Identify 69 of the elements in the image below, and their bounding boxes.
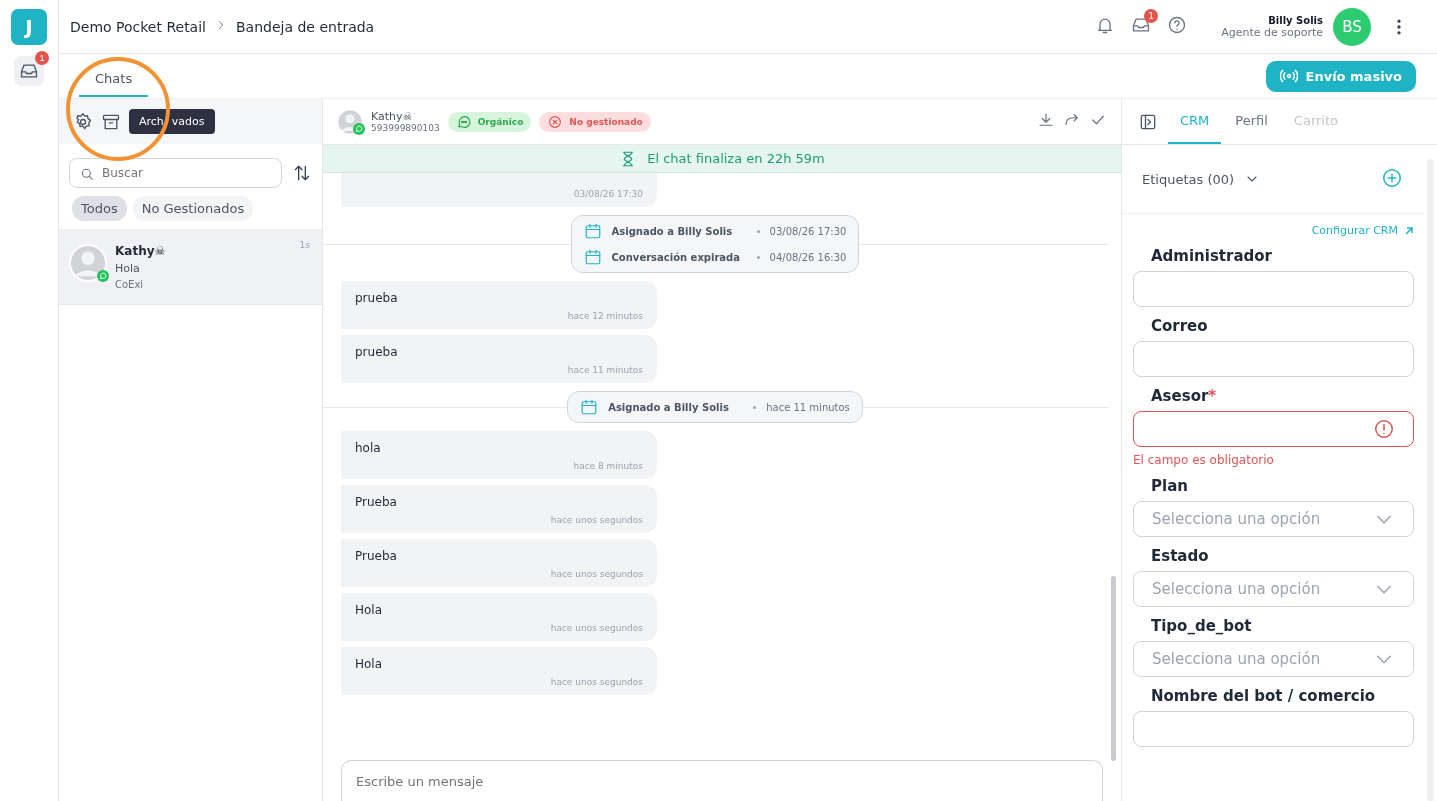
help-icon[interactable]: [1167, 14, 1188, 35]
mass-send-button[interactable]: Envío masivo: [1265, 60, 1416, 92]
event-card: Asignado a Billy Solis 03/08/26 17:30 Conversación expirada 04/08/26 16:30: [570, 215, 860, 273]
add-icon[interactable]: [1381, 166, 1403, 189]
tags-dropdown[interactable]: Etiquetas (00): [1142, 171, 1235, 187]
contact-name: Kathy☠: [371, 110, 414, 123]
avatar-icon: [69, 244, 107, 282]
configure-crm-link[interactable]: Configurar CRM: [1311, 224, 1414, 237]
broadcast-icon: [1279, 69, 1298, 83]
panel-tab[interactable]: Perfil: [1223, 99, 1280, 144]
timestamp: 1s: [299, 240, 310, 250]
notification-badge: 1: [35, 51, 49, 65]
message-bubble: Prueba hace unos segundos: [341, 485, 657, 533]
chat-list-item[interactable]: Kathy☠ Hola CoExi 1s: [59, 229, 322, 305]
message-preview: Hola: [115, 262, 141, 275]
app-logo[interactable]: J: [11, 9, 47, 45]
whatsapp-icon: [353, 122, 365, 135]
user-name: Billy Solis: [1268, 14, 1323, 26]
select-field[interactable]: Selecciona una opción: [1133, 641, 1414, 677]
separator-dot: [756, 229, 760, 233]
search-field[interactable]: Buscar: [69, 158, 282, 188]
filter-chip[interactable]: Todos: [72, 196, 127, 221]
separator-dot: [753, 405, 757, 409]
text-field[interactable]: [1133, 411, 1414, 447]
filter-chip[interactable]: No Gestionados: [132, 196, 254, 221]
breadcrumb-link[interactable]: Demo Pocket Retail: [70, 18, 206, 35]
field-label: Nombre del bot / comercio: [1151, 687, 1377, 705]
search-icon[interactable]: [79, 166, 95, 182]
select-field[interactable]: Selecciona una opción: [1133, 501, 1414, 537]
message-bubble: Hola hace unos segundos: [341, 593, 657, 641]
calendar-icon[interactable]: [583, 248, 602, 266]
field-label: Tipo_de_bot: [1151, 617, 1253, 635]
message-bubble: Prueba hace unos segundos: [341, 539, 657, 587]
field-label: Plan: [1151, 477, 1189, 495]
tooltip: Arch vados: [129, 109, 215, 134]
channel-label: CoExi: [115, 279, 145, 290]
separator-dot: [756, 255, 760, 259]
external-link-icon: [1404, 225, 1414, 236]
message-bubble: prueba hace 11 minutos: [341, 335, 657, 383]
sort-icon[interactable]: [292, 163, 312, 183]
calendar-icon[interactable]: [580, 398, 599, 416]
message-bubble: Hola hace unos segundos: [341, 647, 657, 695]
expiry-banner: El chat finaliza en 22h 59m: [323, 145, 1121, 173]
status-tag: No gestionado: [539, 111, 651, 132]
message-bubble: 03/08/26 17:30: [341, 173, 657, 207]
error-message: El campo es obligatorio: [1133, 453, 1275, 467]
event-card: Asignado a Billy Solis hace 11 minutos: [567, 391, 863, 423]
whatsapp-icon: [97, 270, 109, 282]
calendar-icon[interactable]: [583, 222, 602, 240]
field-label: Administrador: [1151, 247, 1273, 265]
notification-badge: 1: [1144, 8, 1159, 23]
x-circle-icon: [547, 113, 564, 130]
phone-number: 593999890103: [371, 123, 440, 133]
select-field[interactable]: Selecciona una opción: [1133, 571, 1414, 607]
status-tag: Orgánico: [447, 111, 532, 132]
user-avatar[interactable]: BS: [1333, 7, 1371, 46]
message-input[interactable]: Escribe un mensaje: [341, 760, 1103, 801]
chats-tab[interactable]: Chats: [79, 63, 149, 97]
field-label: Estado: [1151, 547, 1210, 565]
field-label: Asesor*: [1151, 387, 1218, 405]
message-bubble: prueba hace 12 minutos: [341, 281, 657, 329]
field-label: Correo: [1151, 317, 1209, 335]
message-bubble: hola hace 8 minutos: [341, 431, 657, 479]
chat-bubble-icon: [455, 113, 472, 130]
error-icon[interactable]: [1373, 418, 1395, 440]
user-role: Agente de soporte: [1221, 25, 1323, 39]
contact-name: Kathy☠: [115, 244, 166, 258]
page-title: Bandeja de entrada: [236, 18, 375, 35]
panel-tab[interactable]: CRM: [1168, 99, 1222, 144]
